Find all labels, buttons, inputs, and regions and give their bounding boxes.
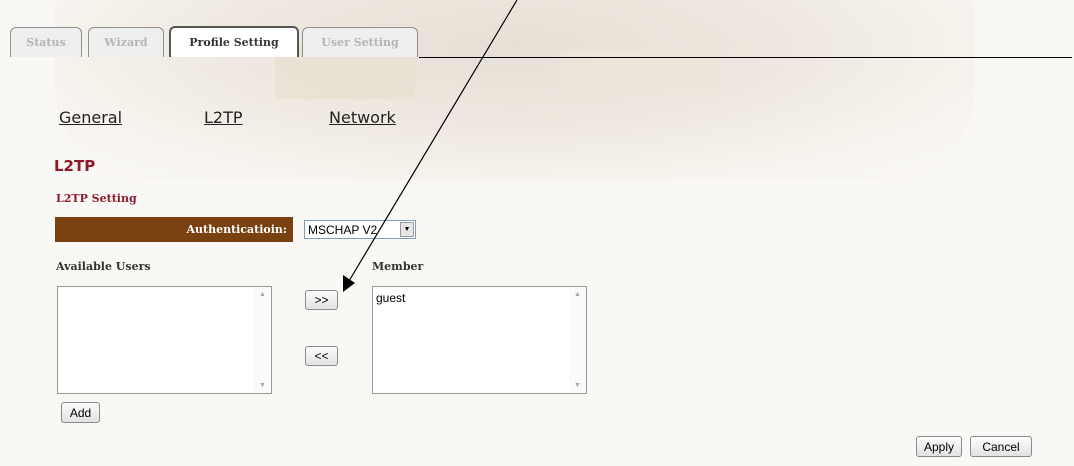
authentication-select[interactable]: MSCHAP V2 ▼ bbox=[304, 220, 416, 239]
apply-button[interactable]: Apply bbox=[916, 436, 962, 457]
move-to-member-button[interactable]: >> bbox=[305, 290, 338, 310]
member-scrollbar[interactable]: ▲ ▼ bbox=[570, 287, 586, 393]
available-users-label: Available Users bbox=[56, 260, 151, 273]
scroll-up-icon[interactable]: ▲ bbox=[574, 291, 581, 298]
authentication-label-bar: Authenticatioin: bbox=[55, 217, 293, 242]
section-subtitle: L2TP Setting bbox=[56, 192, 137, 205]
dropdown-arrow-icon[interactable]: ▼ bbox=[400, 222, 414, 237]
scroll-down-icon[interactable]: ▼ bbox=[574, 382, 581, 389]
tab-profile-setting[interactable]: Profile Setting bbox=[169, 26, 299, 57]
authentication-label: Authenticatioin: bbox=[186, 223, 287, 236]
subnav-general-link[interactable]: General bbox=[59, 108, 122, 127]
authentication-selected-value: MSCHAP V2 bbox=[308, 222, 378, 237]
list-item[interactable]: guest bbox=[376, 291, 405, 305]
subnav-network-link[interactable]: Network bbox=[329, 108, 396, 127]
scroll-up-icon[interactable]: ▲ bbox=[259, 291, 266, 298]
cancel-button[interactable]: Cancel bbox=[970, 436, 1032, 457]
section-title: L2TP bbox=[54, 157, 96, 175]
add-button[interactable]: Add bbox=[61, 402, 100, 423]
move-to-available-button[interactable]: << bbox=[305, 346, 338, 366]
tab-status[interactable]: Status bbox=[10, 27, 82, 57]
tab-user-setting[interactable]: User Setting bbox=[302, 27, 418, 57]
scroll-down-icon[interactable]: ▼ bbox=[259, 382, 266, 389]
tab-wizard[interactable]: Wizard bbox=[88, 27, 164, 57]
member-label: Member bbox=[372, 260, 424, 273]
member-list[interactable]: guest ▲ ▼ bbox=[372, 286, 587, 394]
available-users-list[interactable]: ▲ ▼ bbox=[57, 286, 272, 394]
tab-underline bbox=[419, 57, 1072, 58]
subnav-l2tp-link[interactable]: L2TP bbox=[204, 108, 243, 127]
available-users-scrollbar[interactable]: ▲ ▼ bbox=[255, 287, 271, 393]
